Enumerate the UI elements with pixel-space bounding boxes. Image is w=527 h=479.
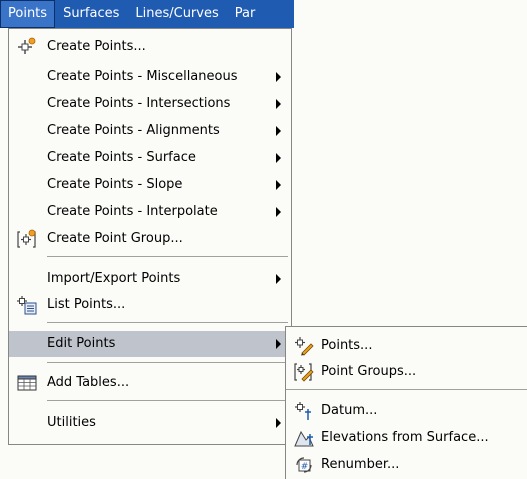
elevation-icon [294,430,314,447]
menu-item-label: Add Tables... [47,375,130,390]
menu-item-label: Create Points - Alignments [47,123,220,138]
renumber-icon: # [296,457,312,473]
submenu-item-datum[interactable]: Datum... [286,398,527,424]
menu-item-label: Create Points - Surface [47,150,196,165]
svg-text:#: # [301,462,309,472]
menubar-parcels[interactable]: Par [227,0,264,28]
edit-point-groups-icon [294,363,314,382]
submenu-arrow-icon [276,180,281,190]
menu-item-label: Utilities [47,415,96,430]
submenu-arrow-icon [276,72,281,82]
menu-item-edit-points[interactable]: Edit Points [9,331,291,357]
submenu-item-points[interactable]: Points... [286,333,527,359]
menu-separator [47,400,288,401]
menu-item-create-points-alignments[interactable]: Create Points - Alignments [9,118,291,144]
submenu-item-elevations-from-surface[interactable]: Elevations from Surface... [286,425,527,451]
points-menu: Create Points... Create Points - Miscell… [8,28,292,445]
datum-icon [295,402,311,420]
menu-item-label: Create Points... [47,39,146,54]
menu-item-list-points[interactable]: List Points... [9,292,291,318]
menu-item-create-points-miscellaneous[interactable]: Create Points - Miscellaneous [9,64,291,90]
menu-item-utilities[interactable]: Utilities [9,410,291,436]
submenu-arrow-icon [276,99,281,109]
menubar-surfaces[interactable]: Surfaces [55,0,127,28]
menu-item-label: Elevations from Surface... [321,430,489,445]
menubar-points[interactable]: Points [0,0,56,28]
menu-item-label: Create Points - Slope [47,177,183,192]
menu-item-label: Import/Export Points [47,271,181,286]
menu-item-label: Create Points - Intersections [47,96,231,111]
menu-bar: Points Surfaces Lines/Curves Par [0,0,294,28]
table-icon [17,375,37,391]
menu-item-import-export-points[interactable]: Import/Export Points [9,266,291,292]
menu-item-label: Point Groups... [321,364,417,379]
menu-item-create-points[interactable]: Create Points... [9,34,291,60]
edit-points-submenu: Points... Point Groups... Datum... Eleva… [285,326,527,479]
submenu-arrow-icon [276,207,281,217]
menu-item-label: Points... [321,338,373,353]
menu-item-label: List Points... [47,297,126,312]
submenu-item-point-groups[interactable]: Point Groups... [286,359,527,385]
menubar-lines-curves[interactable]: Lines/Curves [127,0,226,28]
edit-point-icon [295,337,314,356]
create-point-icon [18,37,36,54]
menu-item-label: Renumber... [321,457,400,472]
menu-item-create-points-interpolate[interactable]: Create Points - Interpolate [9,199,291,225]
submenu-arrow-icon [276,153,281,163]
submenu-arrow-icon [276,339,281,349]
menu-item-label: Create Points - Interpolate [47,204,218,219]
submenu-item-renumber[interactable]: # Renumber... [286,452,527,478]
menu-item-create-points-intersections[interactable]: Create Points - Intersections [9,91,291,117]
menu-separator [286,389,527,390]
list-points-icon [17,296,37,315]
menu-separator [47,256,288,257]
menu-item-label: Create Points - Miscellaneous [47,69,238,84]
submenu-arrow-icon [276,274,281,284]
point-group-icon [17,229,36,248]
menu-item-create-points-surface[interactable]: Create Points - Surface [9,145,291,171]
menu-item-create-points-slope[interactable]: Create Points - Slope [9,172,291,198]
menu-item-label: Edit Points [47,336,116,351]
menu-item-label: Datum... [321,403,378,418]
submenu-arrow-icon [276,418,281,428]
menu-item-add-tables[interactable]: Add Tables... [9,370,291,396]
submenu-arrow-icon [276,126,281,136]
menu-item-create-point-group[interactable]: Create Point Group... [9,226,291,252]
menu-item-label: Create Point Group... [47,231,183,246]
menu-separator [47,362,288,363]
menu-separator [47,322,288,323]
